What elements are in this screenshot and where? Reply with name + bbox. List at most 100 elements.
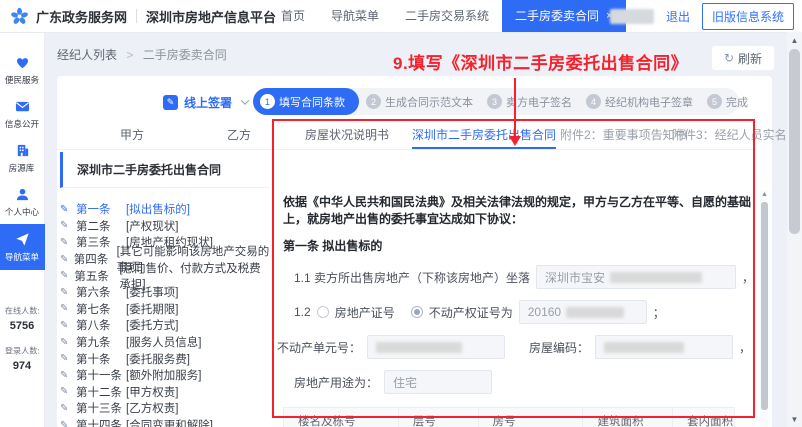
refresh-icon: ↻ — [723, 51, 735, 65]
clause-item-14[interactable]: ✎ 第十四条 [合同变更和解除] — [60, 417, 270, 427]
step-label: 完成 — [726, 96, 748, 109]
page-scrollbar-thumb[interactable] — [789, 49, 800, 234]
tab-house-condition[interactable]: 房屋状况说明书 — [305, 123, 389, 149]
house-code-input[interactable] — [595, 335, 734, 359]
clause-no: 第十条 — [76, 353, 111, 366]
tab-sale-contract-active[interactable]: 深圳市二手房委托出售合同 — [412, 123, 557, 149]
clause-item-11[interactable]: ✎ 第十一条 [额外附加服务] — [60, 367, 270, 384]
step-agency-seal[interactable]: 4 经纪机构电子签章 — [579, 88, 700, 115]
house-code-label: 房屋编码： — [529, 340, 590, 355]
content-scrollbar[interactable]: ▲ — [760, 190, 769, 427]
pen-icon: ✎ — [60, 220, 69, 232]
tab-party-a[interactable]: 甲方 — [120, 123, 144, 149]
clause-item-8[interactable]: ✎ 第八条 [委托方式] — [60, 317, 270, 334]
annotation-step-9-text: 9.填写《深圳市二手房委托出售合同》 — [393, 54, 689, 73]
tab-attachment-2[interactable]: 附件2：重要事项告知书 — [560, 123, 687, 149]
clause-no: 第十二条 — [76, 386, 122, 399]
clause-no: 第六条 — [76, 287, 111, 300]
clause-item-13[interactable]: ✎ 第十三条 [乙方权责] — [60, 400, 270, 417]
annotation-arrow-line — [514, 78, 516, 136]
clause-item-12[interactable]: ✎ 第十二条 [甲方权责] — [60, 384, 270, 401]
clause-label: [额外附加服务] — [126, 370, 202, 383]
clause-label: [合同变更和解除] — [126, 420, 213, 427]
brand-area: 广东政务服务网 深圳市房地产信息平台 — [10, 0, 276, 32]
clause-label: [乙方权责] — [126, 403, 179, 416]
pen-icon: ✎ — [60, 353, 69, 365]
paper-plane-icon — [15, 232, 30, 247]
radio-property-cert-label: 不动产权证号为 — [428, 305, 513, 320]
step-label: 经纪机构电子签章 — [605, 96, 693, 109]
nav-item-home[interactable]: 首页 — [268, 0, 318, 32]
sign-mode-label: 线上签署 — [184, 95, 233, 110]
radio-property-cert-selected[interactable] — [410, 306, 423, 318]
tab-party-b[interactable]: 乙方 — [227, 123, 251, 149]
step-seller-signature[interactable]: 3 卖方电子签名 — [480, 88, 579, 115]
clause-no: 第四条 — [73, 254, 109, 267]
sidebar-item-label: 信息公开 — [4, 118, 40, 129]
pen-icon: ✎ — [60, 419, 69, 427]
online-users-label: 在线人数: — [4, 306, 40, 316]
clause-item-5[interactable]: ✎ 第五条 [意向售价、付款方式及税费承担] — [60, 263, 270, 291]
scroll-up-icon[interactable]: ▲ — [760, 191, 769, 198]
mail-icon — [15, 99, 30, 114]
breadcrumb-parent[interactable]: 经纪人列表 — [57, 48, 117, 62]
clause-item-7[interactable]: ✎ 第七条 [委托期限] — [60, 301, 270, 318]
scroll-down-icon[interactable]: ▼ — [787, 415, 802, 424]
content-scrollbar-thumb[interactable] — [761, 202, 768, 410]
clause-no: 第十一条 — [76, 370, 122, 383]
step-label: 填写合同条款 — [279, 96, 345, 109]
col-inner-area: 套内面积 — [672, 407, 735, 427]
nav-item-menu[interactable]: 导航菜单 — [318, 0, 392, 32]
sidebar-item-info-disclosure[interactable]: 信息公开 — [0, 92, 45, 136]
nav-tab-label: 二手房委卖合同 — [515, 9, 600, 23]
contract-panel: ✎ 线上签署 1 填写合同条款 2 生成合同示范文本 3 卖方电子签名 4 经纪… — [57, 76, 802, 427]
logout-link[interactable]: 退出 — [666, 8, 690, 25]
usage-input[interactable]: 住宅 — [384, 370, 493, 394]
sidebar-stats: 在线人数: 5756 登录人数: 974 — [3, 304, 42, 384]
cert-number-input[interactable]: 20160 — [518, 300, 647, 324]
scroll-up-icon[interactable]: ▲ — [787, 36, 802, 45]
location-input[interactable]: 深圳市宝安 — [536, 265, 737, 289]
clause-item-2[interactable]: ✎ 第二条 [产权现状] — [60, 218, 270, 235]
nav-tab-contract-active[interactable]: 二手房委卖合同 × — [502, 0, 626, 32]
step-label: 生成合同示范文本 — [385, 96, 473, 109]
radio-realestate-cert-label: 房地产证号 — [334, 305, 395, 320]
unit-number-label: 不动产单元号： — [277, 340, 362, 355]
pen-icon: ✎ — [60, 319, 69, 331]
row-certificate: 1.2 房地产证号 不动产权证号为 20160 ； — [283, 300, 755, 324]
nav-item-trade-system[interactable]: 二手房交易系统 — [392, 0, 502, 32]
cert-suffix: ； — [652, 305, 665, 320]
sidebar-item-housing-library[interactable]: 房源库 — [0, 136, 45, 180]
step-fill-terms[interactable]: 1 填写合同条款 — [253, 88, 359, 115]
clause-item-1[interactable]: ✎ 第一条 [拟出售标的] — [60, 201, 270, 218]
location-suffix: ， — [742, 270, 755, 285]
col-building-area: 建筑面积 — [582, 407, 674, 427]
sidebar-item-nav-menu-active[interactable]: 导航菜单 — [0, 224, 45, 270]
step-generate-text[interactable]: 2 生成合同示范文本 — [359, 88, 480, 115]
clause-item-10[interactable]: ✎ 第十条 [委托服务费] — [60, 350, 270, 367]
clause-item-9[interactable]: ✎ 第九条 [服务人员信息] — [60, 334, 270, 351]
clause-label: [甲方权责] — [126, 386, 179, 399]
sidebar-item-label: 导航菜单 — [4, 251, 40, 262]
clause-no: 第九条 — [76, 337, 111, 350]
unit-number-input[interactable] — [367, 335, 506, 359]
pen-icon: ✎ — [60, 286, 69, 298]
sidebar-item-personal-center[interactable]: 个人中心 — [0, 180, 45, 224]
location-redacted — [610, 271, 703, 283]
refresh-button[interactable]: ↻ 刷新 — [712, 46, 774, 70]
sign-mode-dropdown[interactable]: ✎ 线上签署 — [163, 89, 250, 115]
gov-flower-logo-icon — [11, 7, 28, 24]
cert-number-value: 20160 — [527, 305, 562, 319]
step-complete[interactable]: 5 完成 — [700, 88, 755, 115]
username-redacted — [609, 8, 654, 24]
unit-number-redacted — [376, 341, 463, 353]
tabs-underline — [57, 149, 756, 150]
radio-realestate-cert[interactable] — [316, 306, 329, 318]
tab-attachment-3[interactable]: 附件3：经纪人员实名登记信息 — [672, 123, 802, 149]
legacy-system-button[interactable]: 旧版信息系统 — [701, 2, 794, 30]
step-number: 4 — [586, 94, 601, 109]
sidebar-item-label: 便民服务 — [4, 74, 40, 85]
clause-menu: 深圳市二手房委托出售合同 ✎ 第一条 [拟出售标的] ✎ 第二条 [产权现状] ✎ 第三条… — [60, 152, 270, 427]
sidebar-item-convenient-services[interactable]: 便民服务 — [0, 48, 45, 92]
page-scrollbar[interactable]: ▲ ▼ — [787, 32, 802, 427]
